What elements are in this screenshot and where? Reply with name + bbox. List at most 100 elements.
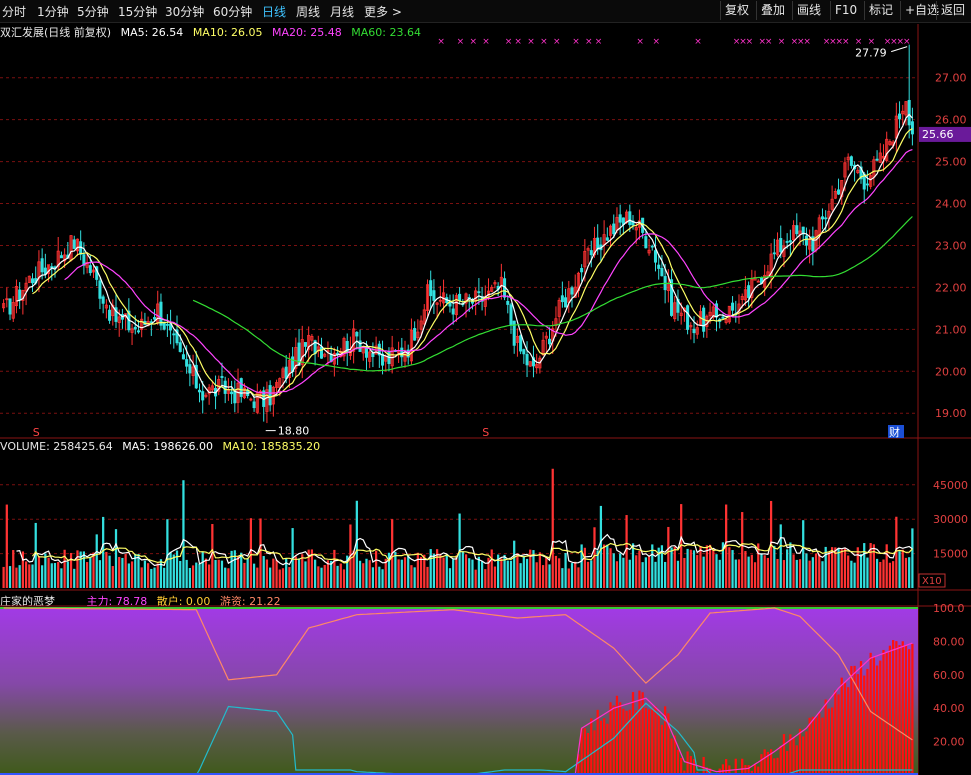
main-force-bar [721, 764, 725, 775]
main-force-bar [664, 706, 667, 775]
axis-layer: 19.00 20.00 21.00 22.00 23.00 24.00 25.00 26.00… [933, 72, 968, 749]
volume-bar [146, 563, 150, 588]
main-force-bar [728, 765, 731, 775]
candle-body [34, 278, 38, 284]
volume-bar [278, 569, 281, 588]
main-force-bar [763, 749, 766, 775]
chart-canvas[interactable]: 19.00 20.00 21.00 22.00 23.00 24.00 25.00 26.00… [0, 0, 971, 775]
candle-body [59, 255, 63, 259]
main-force-bar [850, 666, 853, 775]
candle-body [596, 237, 600, 250]
volume-bar [497, 554, 500, 588]
volume-bar [763, 555, 766, 588]
volume-bar [612, 553, 615, 588]
volume-bar [821, 561, 824, 588]
candle-body [336, 352, 340, 355]
main-force-bar [583, 728, 586, 775]
main-force-bar [853, 665, 856, 775]
main-force-bar [766, 751, 770, 775]
candle-body [490, 286, 494, 292]
candle-body [323, 353, 327, 357]
s-signal-mark: S [482, 426, 489, 439]
tab-more[interactable]: 更多 > [364, 3, 402, 20]
candle-body [111, 304, 115, 317]
volume-bar [699, 546, 702, 588]
tab-fenshi[interactable]: 分时 [2, 3, 26, 20]
volume-bar [847, 555, 850, 588]
candle-body [72, 239, 76, 249]
volume-bar [580, 544, 583, 588]
candle-body [204, 394, 208, 397]
volume-bar [436, 549, 439, 588]
candle-body [464, 293, 468, 304]
tab-15min[interactable]: 15分钟 [118, 3, 157, 20]
volume-bar [795, 559, 798, 588]
candle-body [657, 264, 661, 269]
candle-body [50, 266, 54, 269]
main-force-bar [760, 754, 763, 775]
candle-body [104, 304, 108, 309]
candle-body [172, 333, 176, 336]
volume-bar [875, 558, 879, 588]
x-signal-mark: × [868, 37, 876, 47]
tab-5min[interactable]: 5分钟 [77, 3, 109, 20]
volume-bar [548, 564, 551, 588]
candle-body [824, 217, 828, 220]
indicator-tick-label: 80.00 [933, 635, 965, 648]
volume-bar [529, 549, 532, 588]
volume-bar [609, 548, 612, 588]
fuquan-button[interactable]: 复权 [720, 1, 753, 20]
volume-bar [130, 561, 134, 588]
x-signal-mark: × [855, 37, 863, 47]
candle-body [599, 244, 603, 251]
candle-body [615, 217, 619, 231]
candle-body [303, 342, 307, 347]
back-button[interactable]: 返回 [936, 1, 969, 20]
main-force-bar [596, 709, 599, 775]
volume-bar [352, 550, 355, 588]
volume-bar [625, 515, 628, 588]
candle-body [881, 155, 886, 159]
candle-body [480, 296, 484, 302]
volume-bar [493, 566, 497, 588]
candle-body [361, 347, 365, 354]
candle-body [181, 354, 185, 360]
main-force-bar [602, 718, 606, 775]
tab-1min[interactable]: 1分钟 [37, 3, 69, 20]
volume-bar [651, 544, 654, 588]
volume-bar [866, 557, 869, 588]
x-signal-mark: × [652, 37, 660, 47]
candle-body [740, 296, 744, 300]
tab-monthly[interactable]: 月线 [330, 3, 354, 20]
candle-body [409, 329, 413, 362]
overlay-button[interactable]: 叠加 [756, 1, 789, 20]
main-force-bar [908, 649, 911, 775]
volume-bar [95, 534, 98, 588]
volume-bar [15, 567, 18, 588]
tab-weekly[interactable]: 周线 [296, 3, 320, 20]
draw-button[interactable]: 画线 [792, 1, 825, 20]
candle-body [66, 254, 70, 259]
candle-body [557, 299, 561, 317]
indicator-tick-label: 100.0 [933, 602, 965, 615]
volume-bar [423, 554, 426, 588]
tab-60min[interactable]: 60分钟 [213, 3, 252, 20]
tab-daily[interactable]: 日线 [262, 3, 286, 20]
x-signal-mark: × [733, 37, 741, 47]
mark-button[interactable]: 标记 [864, 1, 897, 20]
candle-body [117, 316, 121, 324]
candle-body [628, 211, 632, 226]
volume-bar [224, 567, 227, 588]
candle-body [560, 295, 564, 303]
tab-30min[interactable]: 30分钟 [165, 3, 204, 20]
volume-bar [214, 559, 217, 588]
volume-bar [741, 512, 744, 588]
main-force-bar [705, 767, 708, 775]
candle-body [811, 236, 815, 252]
volume-bar [41, 565, 44, 588]
retail-legend: 散户: 0.00 [156, 595, 211, 608]
volume-bar [384, 558, 387, 588]
volume-bar [172, 554, 175, 588]
candle-body [782, 245, 786, 257]
f10-button[interactable]: F10 [830, 1, 861, 20]
